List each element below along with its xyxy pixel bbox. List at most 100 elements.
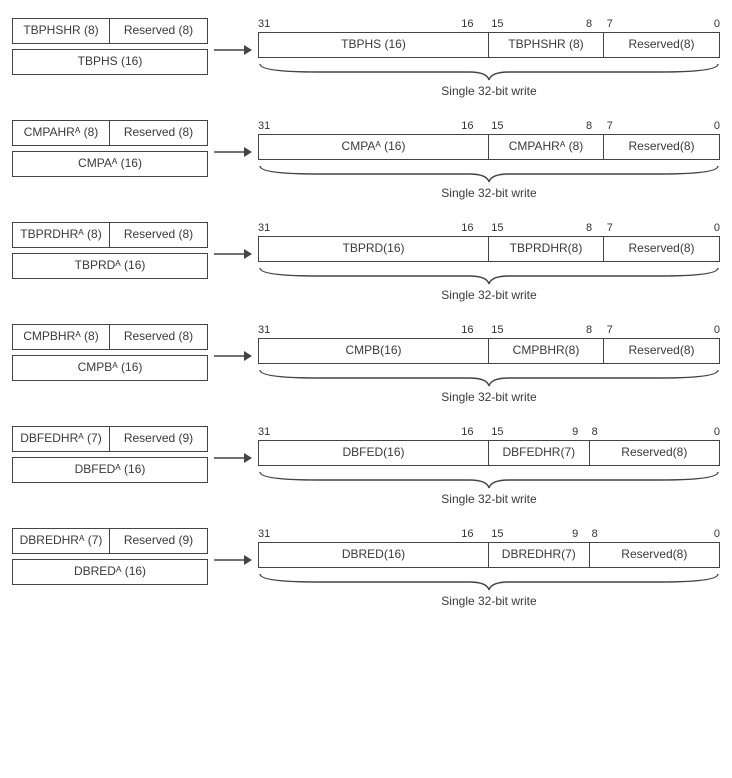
register-32-fields: CMPAᴬ (16) CMPAHRᴬ (8) Reserved(8) — [258, 134, 720, 160]
src-top: DBFEDHRᴬ (7) Reserved (9) — [12, 426, 208, 452]
arrow-icon — [208, 120, 258, 178]
bit-label: 0 — [714, 222, 720, 234]
bit-label: 7 — [607, 222, 613, 234]
bit-label: 8 — [592, 426, 598, 438]
bit-label: 8 — [586, 18, 592, 30]
source-registers: CMPBHRᴬ (8) Reserved (8) CMPBᴬ (16) — [12, 324, 208, 386]
bit-label: 31 — [258, 222, 270, 234]
src-top-right: Reserved (8) — [110, 223, 207, 247]
register-32-fields: TBPRD(16) TBPRDHR(8) Reserved(8) — [258, 236, 720, 262]
src-bottom: DBFEDᴬ (16) — [12, 457, 208, 483]
src-top-left: TBPRDHRᴬ (8) — [13, 223, 110, 247]
bit-label: 15 — [491, 426, 503, 438]
bit-label: 7 — [607, 324, 613, 336]
field-reserved: Reserved(8) — [590, 441, 719, 465]
caption: Single 32-bit write — [258, 594, 720, 608]
brace-icon — [258, 572, 720, 592]
bit-labels: 31 16 15 9 8 0 — [258, 528, 720, 542]
bit-label: 7 — [607, 18, 613, 30]
bit-label: 16 — [461, 426, 473, 438]
field-high-16: TBPRD(16) — [259, 237, 489, 261]
target-register-32: 31 16 15 8 7 0 CMPAᴬ (16) CMPAHRᴬ (8) Re… — [258, 120, 720, 200]
field-hr: TBPHSHR (8) — [489, 33, 604, 57]
caption: Single 32-bit write — [258, 390, 720, 404]
bit-label: 8 — [592, 528, 598, 540]
register-row: TBPRDHRᴬ (8) Reserved (8) TBPRDᴬ (16) 31… — [12, 222, 720, 302]
caption: Single 32-bit write — [258, 186, 720, 200]
field-reserved: Reserved(8) — [604, 237, 719, 261]
bit-label: 15 — [491, 324, 503, 336]
bit-label: 7 — [607, 120, 613, 132]
source-registers: DBREDHRᴬ (7) Reserved (9) DBREDᴬ (16) — [12, 528, 208, 590]
field-reserved: Reserved(8) — [604, 135, 719, 159]
src-top-left: CMPAHRᴬ (8) — [13, 121, 110, 145]
bit-label: 0 — [714, 324, 720, 336]
register-32-fields: DBRED(16) DBREDHR(7) Reserved(8) — [258, 542, 720, 568]
src-bottom: DBREDᴬ (16) — [12, 559, 208, 585]
src-bottom: TBPHS (16) — [12, 49, 208, 75]
brace-icon — [258, 62, 720, 82]
src-top: TBPRDHRᴬ (8) Reserved (8) — [12, 222, 208, 248]
src-top-right: Reserved (9) — [110, 529, 207, 553]
src-top: DBREDHRᴬ (7) Reserved (9) — [12, 528, 208, 554]
field-high-16: CMPB(16) — [259, 339, 489, 363]
bit-label: 16 — [461, 120, 473, 132]
field-reserved: Reserved(8) — [604, 33, 719, 57]
field-high-16: DBRED(16) — [259, 543, 489, 567]
register-row: DBREDHRᴬ (7) Reserved (9) DBREDᴬ (16) 31… — [12, 528, 720, 608]
bit-label: 31 — [258, 18, 270, 30]
arrow-icon — [208, 18, 258, 76]
bit-labels: 31 16 15 9 8 0 — [258, 426, 720, 440]
bit-label: 31 — [258, 324, 270, 336]
bit-labels: 31 16 15 8 7 0 — [258, 324, 720, 338]
arrow-icon — [208, 426, 258, 484]
src-bottom: TBPRDᴬ (16) — [12, 253, 208, 279]
bit-label: 15 — [491, 18, 503, 30]
bit-label: 16 — [461, 324, 473, 336]
bit-label: 9 — [572, 528, 578, 540]
target-register-32: 31 16 15 8 7 0 TBPHS (16) TBPHSHR (8) Re… — [258, 18, 720, 98]
src-top-right: Reserved (8) — [110, 325, 207, 349]
src-top-left: DBFEDHRᴬ (7) — [13, 427, 110, 451]
register-32-fields: DBFED(16) DBFEDHR(7) Reserved(8) — [258, 440, 720, 466]
bit-labels: 31 16 15 8 7 0 — [258, 120, 720, 134]
bit-label: 9 — [572, 426, 578, 438]
field-high-16: CMPAᴬ (16) — [259, 135, 489, 159]
field-hr: CMPAHRᴬ (8) — [489, 135, 604, 159]
src-top: CMPBHRᴬ (8) Reserved (8) — [12, 324, 208, 350]
target-register-32: 31 16 15 8 7 0 CMPB(16) CMPBHR(8) Reserv… — [258, 324, 720, 404]
arrow-icon — [208, 222, 258, 280]
bit-label: 0 — [714, 120, 720, 132]
source-registers: TBPHSHR (8) Reserved (8) TBPHS (16) — [12, 18, 208, 80]
bit-label: 31 — [258, 426, 270, 438]
src-top-right: Reserved (9) — [110, 427, 207, 451]
bit-labels: 31 16 15 8 7 0 — [258, 18, 720, 32]
src-bottom: CMPBᴬ (16) — [12, 355, 208, 381]
register-row: DBFEDHRᴬ (7) Reserved (9) DBFEDᴬ (16) 31… — [12, 426, 720, 506]
field-high-16: DBFED(16) — [259, 441, 489, 465]
field-hr: TBPRDHR(8) — [489, 237, 604, 261]
caption: Single 32-bit write — [258, 288, 720, 302]
arrow-icon — [208, 324, 258, 382]
src-top-left: DBREDHRᴬ (7) — [13, 529, 110, 553]
bit-label: 8 — [586, 120, 592, 132]
bit-labels: 31 16 15 8 7 0 — [258, 222, 720, 236]
field-reserved: Reserved(8) — [604, 339, 719, 363]
src-top-right: Reserved (8) — [110, 19, 207, 43]
target-register-32: 31 16 15 9 8 0 DBFED(16) DBFEDHR(7) Rese… — [258, 426, 720, 506]
brace-icon — [258, 266, 720, 286]
field-hr: DBREDHR(7) — [489, 543, 590, 567]
caption: Single 32-bit write — [258, 492, 720, 506]
field-high-16: TBPHS (16) — [259, 33, 489, 57]
brace-icon — [258, 164, 720, 184]
target-register-32: 31 16 15 9 8 0 DBRED(16) DBREDHR(7) Rese… — [258, 528, 720, 608]
bit-label: 8 — [586, 324, 592, 336]
field-hr: CMPBHR(8) — [489, 339, 604, 363]
bit-label: 16 — [461, 222, 473, 234]
brace-icon — [258, 368, 720, 388]
bit-label: 15 — [491, 528, 503, 540]
brace-icon — [258, 470, 720, 490]
source-registers: DBFEDHRᴬ (7) Reserved (9) DBFEDᴬ (16) — [12, 426, 208, 488]
bit-label: 16 — [461, 528, 473, 540]
src-top-right: Reserved (8) — [110, 121, 207, 145]
